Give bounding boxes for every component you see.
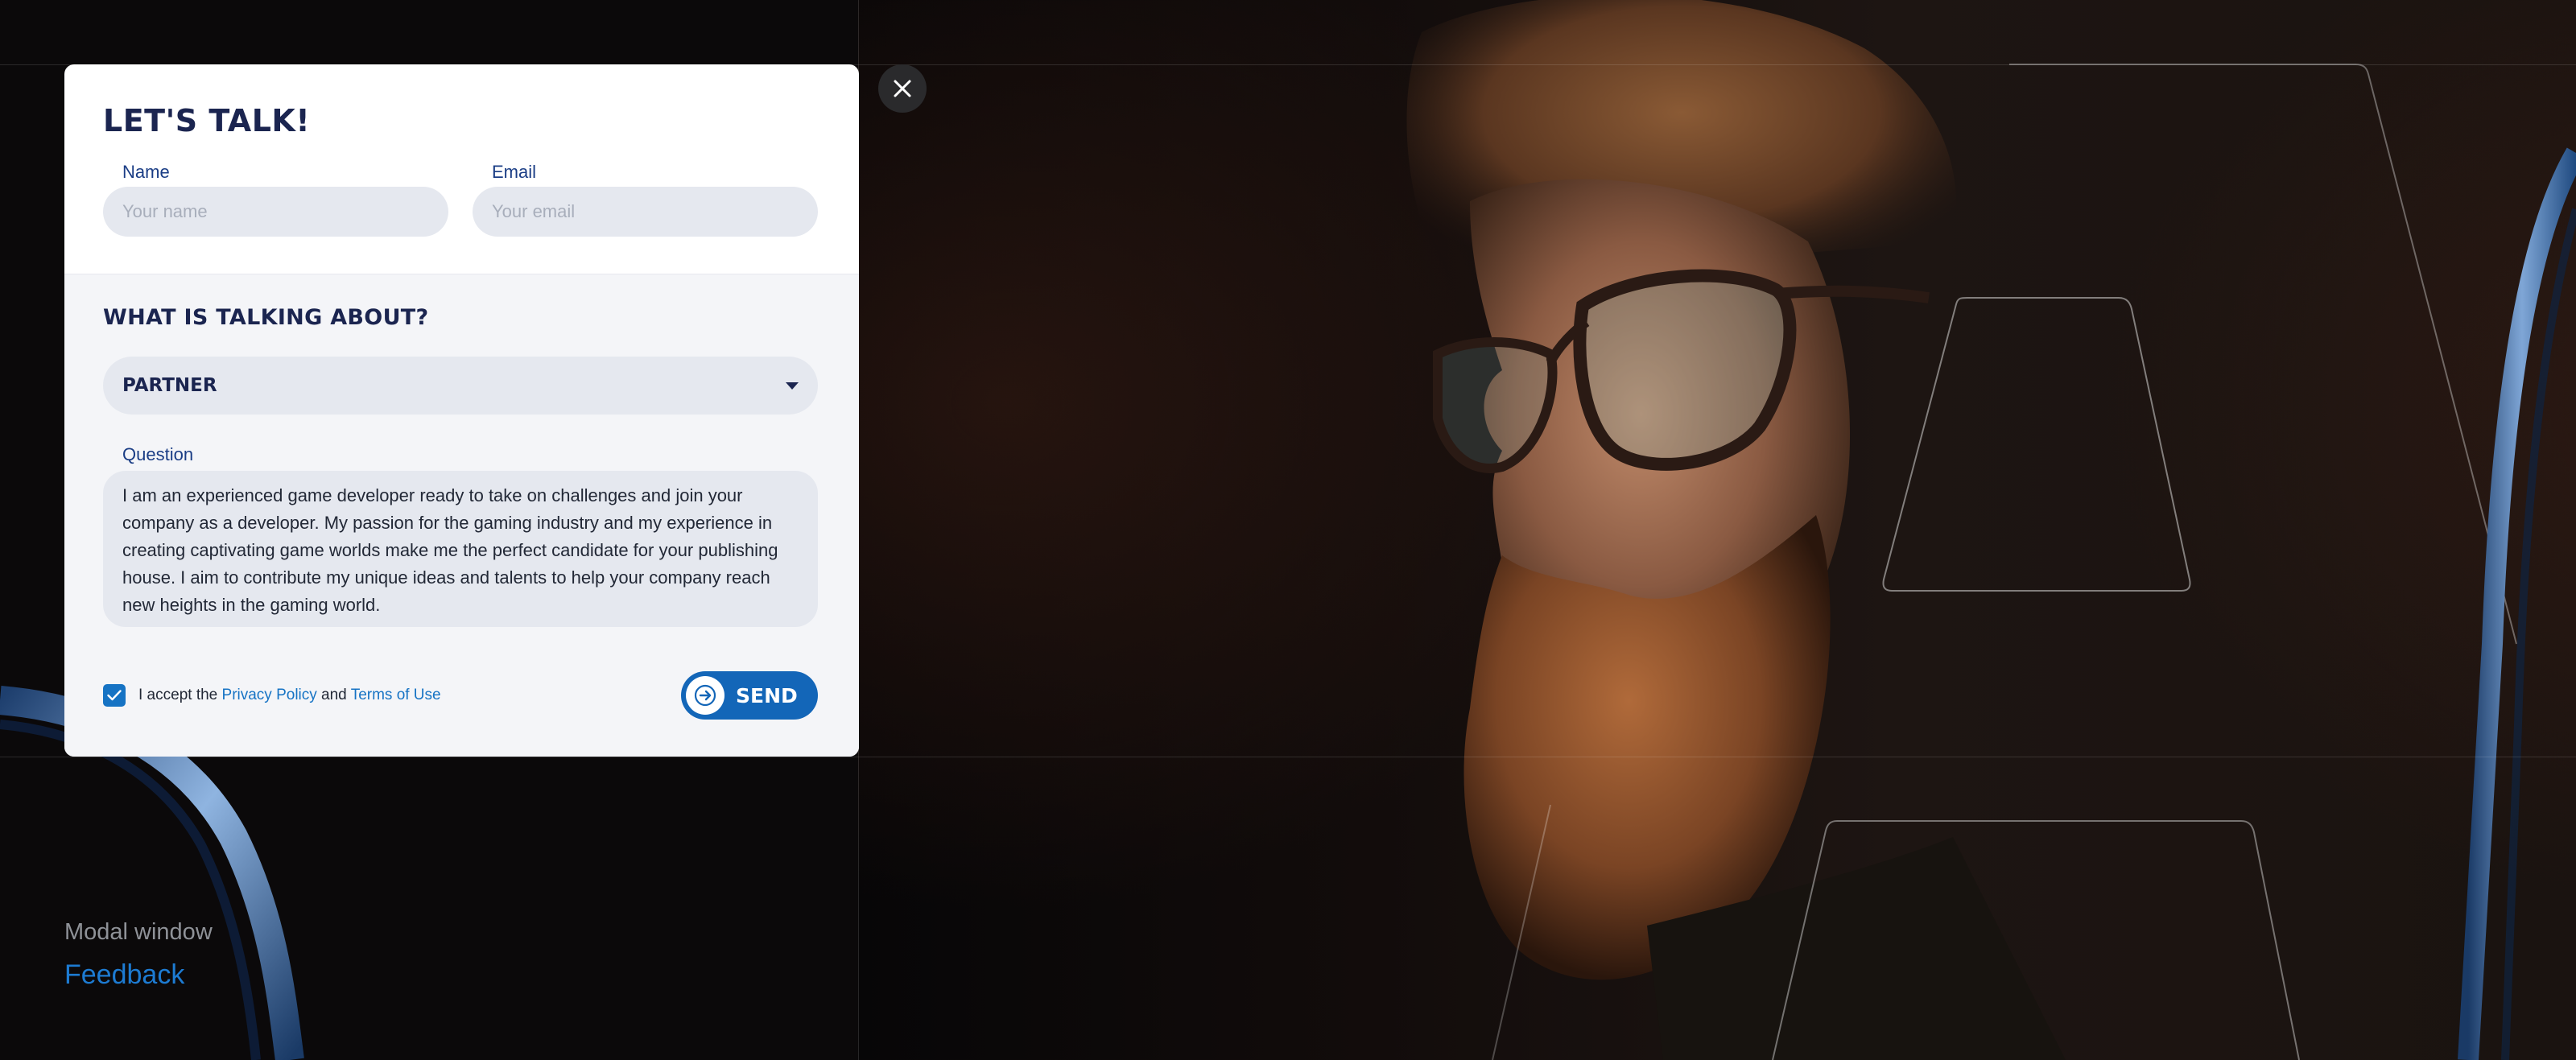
contact-fields: Name Email <box>103 158 820 237</box>
name-input[interactable] <box>103 187 448 237</box>
question-label: Question <box>122 444 194 464</box>
close-button[interactable] <box>878 64 927 113</box>
form-footer: I accept the Privacy Policy and Terms of… <box>103 671 818 720</box>
topic-heading: WHAT IS TALKING ABOUT? <box>103 305 429 330</box>
topic-select[interactable]: PARTNER <box>103 357 818 415</box>
email-input[interactable] <box>473 187 818 237</box>
email-field-group: Email <box>473 158 818 237</box>
contact-section: LET'S TALK! Name Email <box>64 64 859 274</box>
consent-row: I accept the Privacy Policy and Terms of… <box>103 684 441 707</box>
send-button[interactable]: SEND <box>681 671 818 720</box>
topic-select-value: PARTNER <box>122 375 217 396</box>
caret-down-icon <box>786 382 799 390</box>
consent-text: I accept the Privacy Policy and Terms of… <box>138 687 441 704</box>
caption-kind: Modal window <box>64 919 213 945</box>
send-label: SEND <box>736 683 798 707</box>
email-label: Email <box>492 162 537 182</box>
consent-conjunction: and <box>321 687 347 703</box>
question-textarea[interactable]: I am an experienced game developer ready… <box>103 471 818 627</box>
name-field-group: Name <box>103 158 448 237</box>
privacy-policy-link[interactable]: Privacy Policy <box>222 687 317 703</box>
modal-title: LET'S TALK! <box>103 103 311 138</box>
name-label: Name <box>122 162 170 182</box>
background-photo <box>858 0 2576 1060</box>
close-icon <box>894 80 911 97</box>
feedback-modal: LET'S TALK! Name Email WHAT IS TALKING A… <box>64 64 859 757</box>
topic-section: WHAT IS TALKING ABOUT? PARTNER Question … <box>64 274 859 757</box>
consent-prefix: I accept the <box>138 687 218 703</box>
terms-of-use-link[interactable]: Terms of Use <box>351 687 441 703</box>
arrow-right-icon <box>686 676 724 715</box>
checkmark-icon <box>107 690 122 701</box>
caption-name: Feedback <box>64 959 185 990</box>
consent-checkbox[interactable] <box>103 684 126 707</box>
